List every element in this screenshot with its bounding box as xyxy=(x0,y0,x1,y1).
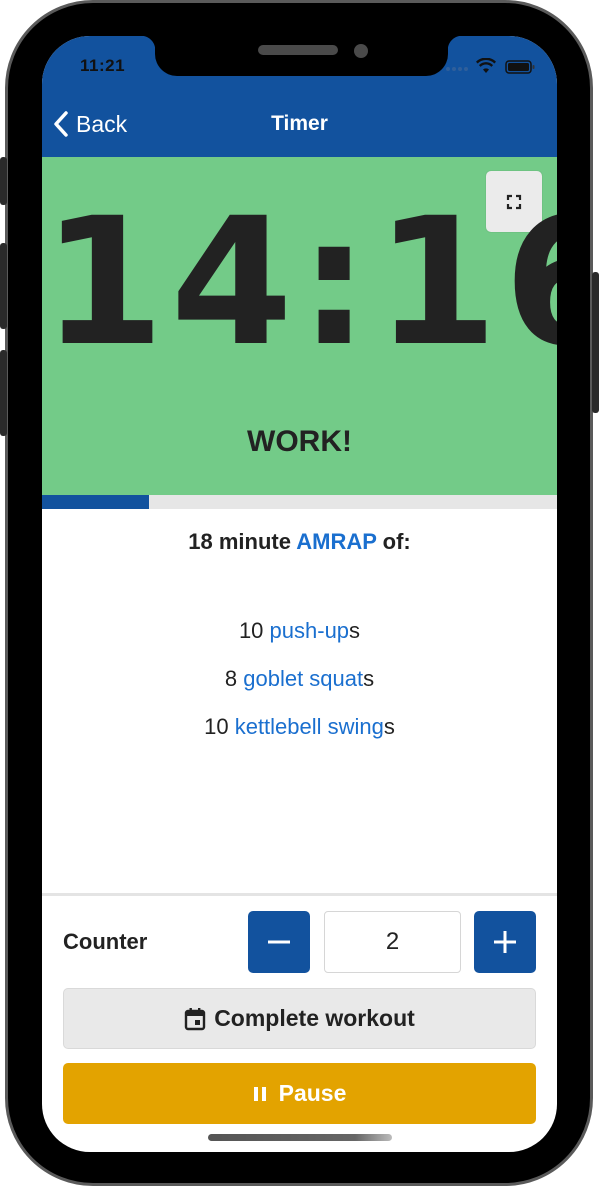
page-title: Timer xyxy=(271,112,328,135)
decrement-button[interactable] xyxy=(248,911,310,973)
notch xyxy=(141,36,462,76)
amrap-link[interactable]: AMRAP xyxy=(296,529,376,554)
timer-progress-fill xyxy=(42,495,149,509)
wifi-icon xyxy=(476,58,496,73)
phase-label: WORK! xyxy=(247,425,352,458)
mute-switch xyxy=(0,157,7,205)
exercise-suffix: s xyxy=(383,714,395,739)
speaker xyxy=(258,45,338,55)
workout-title: 18 minute AMRAP of: xyxy=(42,529,557,555)
minus-icon xyxy=(268,940,290,944)
divider xyxy=(42,893,557,896)
exercise-link[interactable]: goblet squat xyxy=(243,666,363,691)
power-button xyxy=(592,272,599,413)
pause-label: Pause xyxy=(278,1080,347,1106)
calendar-icon xyxy=(184,1007,206,1030)
exercise-count: 8 xyxy=(224,666,244,691)
complete-workout-label: Complete workout xyxy=(214,1005,415,1031)
exercise-link[interactable]: kettlebell swing xyxy=(235,714,384,739)
workout-title-prefix: 18 minute xyxy=(188,529,297,554)
pause-icon xyxy=(253,1086,266,1101)
plus-icon xyxy=(494,931,516,953)
signal-icon xyxy=(446,67,468,71)
camera xyxy=(354,44,368,58)
exercise-item: 10 push-ups xyxy=(42,616,557,664)
volume-up-button xyxy=(0,243,7,329)
exercise-item: 8 goblet squats xyxy=(42,664,557,712)
exercise-link[interactable]: push-up xyxy=(270,618,350,643)
battery-icon xyxy=(505,60,535,74)
exercise-list: 10 push-ups 8 goblet squats 10 kettlebel… xyxy=(42,616,557,760)
exercise-count: 10 xyxy=(204,714,235,739)
counter-input[interactable] xyxy=(324,911,461,973)
increment-button[interactable] xyxy=(474,911,536,973)
pause-button[interactable]: Pause xyxy=(63,1063,536,1124)
screen: 11:21 Back Timer 14:16 W xyxy=(42,36,557,1152)
timer-progress-bar xyxy=(42,495,557,509)
exercise-count: 10 xyxy=(238,618,270,643)
exercise-suffix: s xyxy=(363,666,375,691)
counter-label: Counter xyxy=(63,929,148,954)
home-indicator[interactable] xyxy=(208,1134,392,1141)
exercise-item: 10 kettlebell swings xyxy=(42,712,557,760)
exercise-suffix: s xyxy=(349,618,361,643)
complete-workout-button[interactable]: Complete workout xyxy=(63,988,536,1049)
volume-down-button xyxy=(0,350,7,436)
timer-panel: 14:16 WORK! xyxy=(42,157,557,495)
status-time: 11:21 xyxy=(80,56,126,75)
timer-display: 14:16 xyxy=(42,180,557,385)
workout-title-suffix: of: xyxy=(376,529,411,554)
